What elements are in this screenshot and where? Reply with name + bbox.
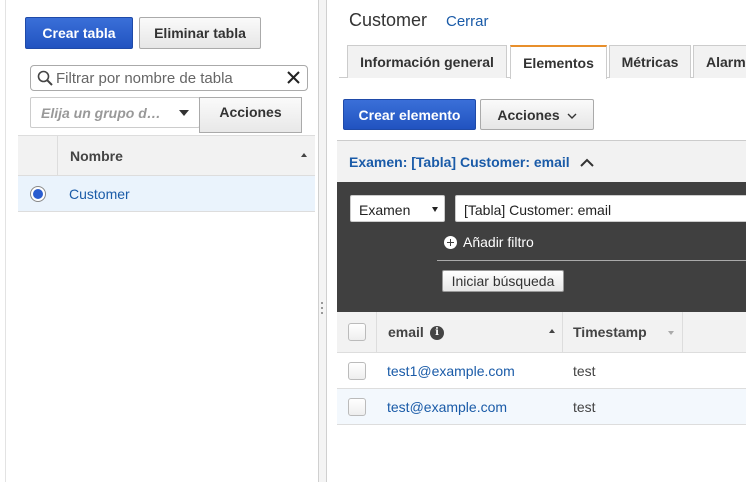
item-email-link[interactable]: test1@example.com: [387, 363, 515, 379]
tab-general-info[interactable]: Información general: [347, 45, 507, 78]
scan-mode-select[interactable]: Examen: [350, 195, 445, 222]
table-row[interactable]: Customer: [18, 176, 315, 212]
item-timestamp: test: [573, 399, 596, 415]
table-row[interactable]: test1@example.com test: [337, 353, 746, 389]
row-radio[interactable]: [30, 186, 46, 202]
add-filter-link[interactable]: Añadir filtro: [444, 234, 534, 250]
table-filter: [30, 65, 308, 91]
start-search-button[interactable]: Iniciar búsqueda: [442, 270, 564, 292]
close-link[interactable]: Cerrar: [446, 13, 489, 30]
sort-ascending-icon[interactable]: [301, 153, 307, 157]
email-column-header[interactable]: email i: [377, 312, 563, 352]
items-actions-label: Acciones: [497, 106, 560, 123]
tables-actions-label: Acciones: [219, 104, 282, 120]
items-table-header: email i Timestamp: [337, 312, 746, 353]
item-timestamp: test: [573, 363, 596, 379]
scan-header-label: Examen: [Tabla] Customer: email: [349, 154, 570, 170]
filter-divider: [437, 260, 746, 261]
clear-icon[interactable]: [286, 70, 301, 88]
email-column-label: email: [388, 324, 424, 340]
group-select-placeholder: Elija un grupo d…: [41, 105, 161, 121]
table-row[interactable]: test@example.com test: [337, 389, 746, 425]
row-checkbox[interactable]: [348, 398, 366, 416]
tab-alarms[interactable]: Alarm: [693, 45, 746, 78]
tab-items[interactable]: Elementos: [510, 45, 607, 79]
timestamp-column-label: Timestamp: [573, 324, 647, 340]
search-icon: [37, 70, 53, 89]
tables-list-header: Nombre: [18, 135, 315, 176]
panel-splitter[interactable]: [318, 0, 327, 482]
chevron-down-icon: [567, 107, 577, 123]
create-item-button[interactable]: Crear elemento: [343, 99, 476, 130]
row-checkbox[interactable]: [348, 362, 366, 380]
caret-down-icon: [179, 110, 189, 116]
timestamp-column-header[interactable]: Timestamp: [563, 312, 683, 352]
select-all-column: [337, 312, 377, 352]
chevron-down-icon: [246, 127, 254, 131]
scan-mode-value: Examen: [359, 202, 411, 218]
create-table-button[interactable]: Crear tabla: [25, 17, 133, 49]
item-email-link[interactable]: test@example.com: [387, 399, 507, 415]
drag-handle-icon[interactable]: [321, 302, 324, 318]
name-column-header[interactable]: Nombre: [70, 148, 123, 164]
add-filter-label: Añadir filtro: [463, 234, 534, 250]
sort-descending-icon[interactable]: [668, 331, 674, 335]
tables-list: Nombre Customer: [18, 135, 315, 212]
select-all-checkbox[interactable]: [348, 323, 366, 341]
tables-actions-button[interactable]: Acciones: [199, 97, 302, 133]
tab-metrics[interactable]: Métricas: [609, 45, 691, 78]
table-details-panel: Customer Cerrar Información general Elem…: [327, 0, 746, 482]
table-filter-input[interactable]: [56, 68, 276, 88]
sort-ascending-icon[interactable]: [549, 329, 555, 333]
scan-target-value: [Tabla] Customer: email: [464, 202, 612, 218]
plus-circle-icon: [444, 235, 457, 249]
table-title: Customer: [349, 10, 428, 30]
caret-down-icon: [432, 207, 438, 212]
scan-header[interactable]: Examen: [Tabla] Customer: email: [337, 140, 746, 182]
tables-panel: Crear tabla Eliminar tabla Elija un grup…: [6, 0, 318, 482]
table-name-link[interactable]: Customer: [69, 186, 130, 202]
select-column-header: [18, 136, 58, 175]
chevron-up-icon[interactable]: [580, 155, 594, 171]
group-select[interactable]: Elija un grupo d…: [30, 97, 200, 128]
scan-target-select[interactable]: [Tabla] Customer: email: [455, 195, 746, 222]
info-icon[interactable]: i: [430, 326, 444, 340]
scan-filter-panel: Examen [Tabla] Customer: email Añadir fi…: [337, 182, 746, 312]
delete-table-button[interactable]: Eliminar tabla: [139, 17, 261, 49]
items-actions-button[interactable]: Acciones: [480, 99, 594, 130]
